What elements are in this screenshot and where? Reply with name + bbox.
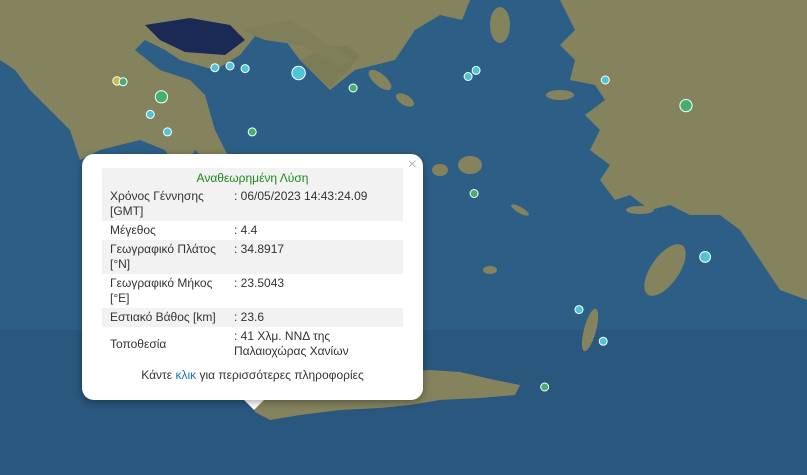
value-origin-time: : 06/05/2023 14:43:24.09 xyxy=(231,187,403,221)
value-magnitude: : 4.4 xyxy=(234,223,258,237)
earthquake-marker[interactable] xyxy=(598,336,608,346)
value-longitude: : 23.5043 xyxy=(234,276,285,290)
label-longitude: Γεωγραφικό Μήκος [°E] xyxy=(110,276,213,305)
label-origin-time: Χρόνος Γέννησης [GMT] xyxy=(102,187,231,221)
island-santorini xyxy=(483,266,497,274)
earthquake-marker[interactable] xyxy=(291,65,306,81)
earthquake-marker[interactable] xyxy=(225,61,235,71)
popup-title: Αναθεωρημένη Λύση xyxy=(102,168,403,188)
label-location: Τοποθεσία xyxy=(110,336,167,351)
earthquake-marker[interactable] xyxy=(463,72,473,81)
row-latitude: Γεωγραφικό Πλάτος [°N] : 34.8917 xyxy=(102,240,403,274)
more-suffix: για περισσότερες πληροφορίες xyxy=(199,368,364,382)
earthquake-marker[interactable] xyxy=(210,63,220,73)
island-naxos xyxy=(458,156,482,174)
row-longitude: Γεωγραφικό Μήκος [°E] : 23.5043 xyxy=(102,274,403,308)
value-depth: : 23.6 xyxy=(231,308,403,327)
earthquake-marker[interactable] xyxy=(600,75,610,85)
label-latitude: Γεωγραφικό Πλάτος [°N] xyxy=(102,240,231,274)
close-icon[interactable]: × xyxy=(408,156,417,174)
row-origin-time: Χρόνος Γέννησης [GMT] : 06/05/2023 14:43… xyxy=(102,187,403,221)
island-paros xyxy=(432,164,448,176)
earthquake-marker[interactable] xyxy=(240,64,250,74)
value-latitude: : 34.8917 xyxy=(231,240,403,274)
island-chios xyxy=(490,7,510,43)
earthquake-marker[interactable] xyxy=(118,77,128,87)
label-magnitude: Μέγεθος xyxy=(110,223,156,237)
label-depth: Εστιακό Βάθος [km] xyxy=(102,308,231,327)
earthquake-marker[interactable] xyxy=(699,251,711,263)
more-prefix: Κάντε xyxy=(141,368,173,382)
value-location: : 41 Χλμ. ΝΝΔ της Παλαιοχώρας Χανίων xyxy=(234,329,349,358)
details-table: Χρόνος Γέννησης [GMT] : 06/05/2023 14:43… xyxy=(102,187,403,361)
earthquake-marker[interactable] xyxy=(679,99,693,113)
earthquake-marker[interactable] xyxy=(574,305,584,315)
island-kos xyxy=(626,206,654,214)
earthquake-marker[interactable] xyxy=(154,90,168,104)
island-samos xyxy=(546,90,574,100)
row-depth: Εστιακό Βάθος [km] : 23.6 xyxy=(102,308,403,327)
row-location: Τοποθεσία : 41 Χλμ. ΝΝΔ της Παλαιοχώρας … xyxy=(102,327,403,361)
earthquake-marker[interactable] xyxy=(247,127,257,137)
more-info-line: Κάντε κλικ για περισσότερες πληροφορίες xyxy=(82,368,423,382)
row-magnitude: Μέγεθος : 4.4 xyxy=(102,221,403,240)
earthquake-marker[interactable] xyxy=(540,382,550,392)
more-info-link[interactable]: κλικ xyxy=(175,368,196,382)
earthquake-marker[interactable] xyxy=(163,127,172,137)
earthquake-marker[interactable] xyxy=(145,109,155,119)
earthquake-popup: × Αναθεωρημένη Λύση Χρόνος Γέννησης [GMT… xyxy=(82,154,423,400)
earthquake-marker[interactable] xyxy=(348,83,358,93)
earthquake-marker[interactable] xyxy=(469,189,479,198)
earthquake-marker[interactable] xyxy=(471,65,481,75)
